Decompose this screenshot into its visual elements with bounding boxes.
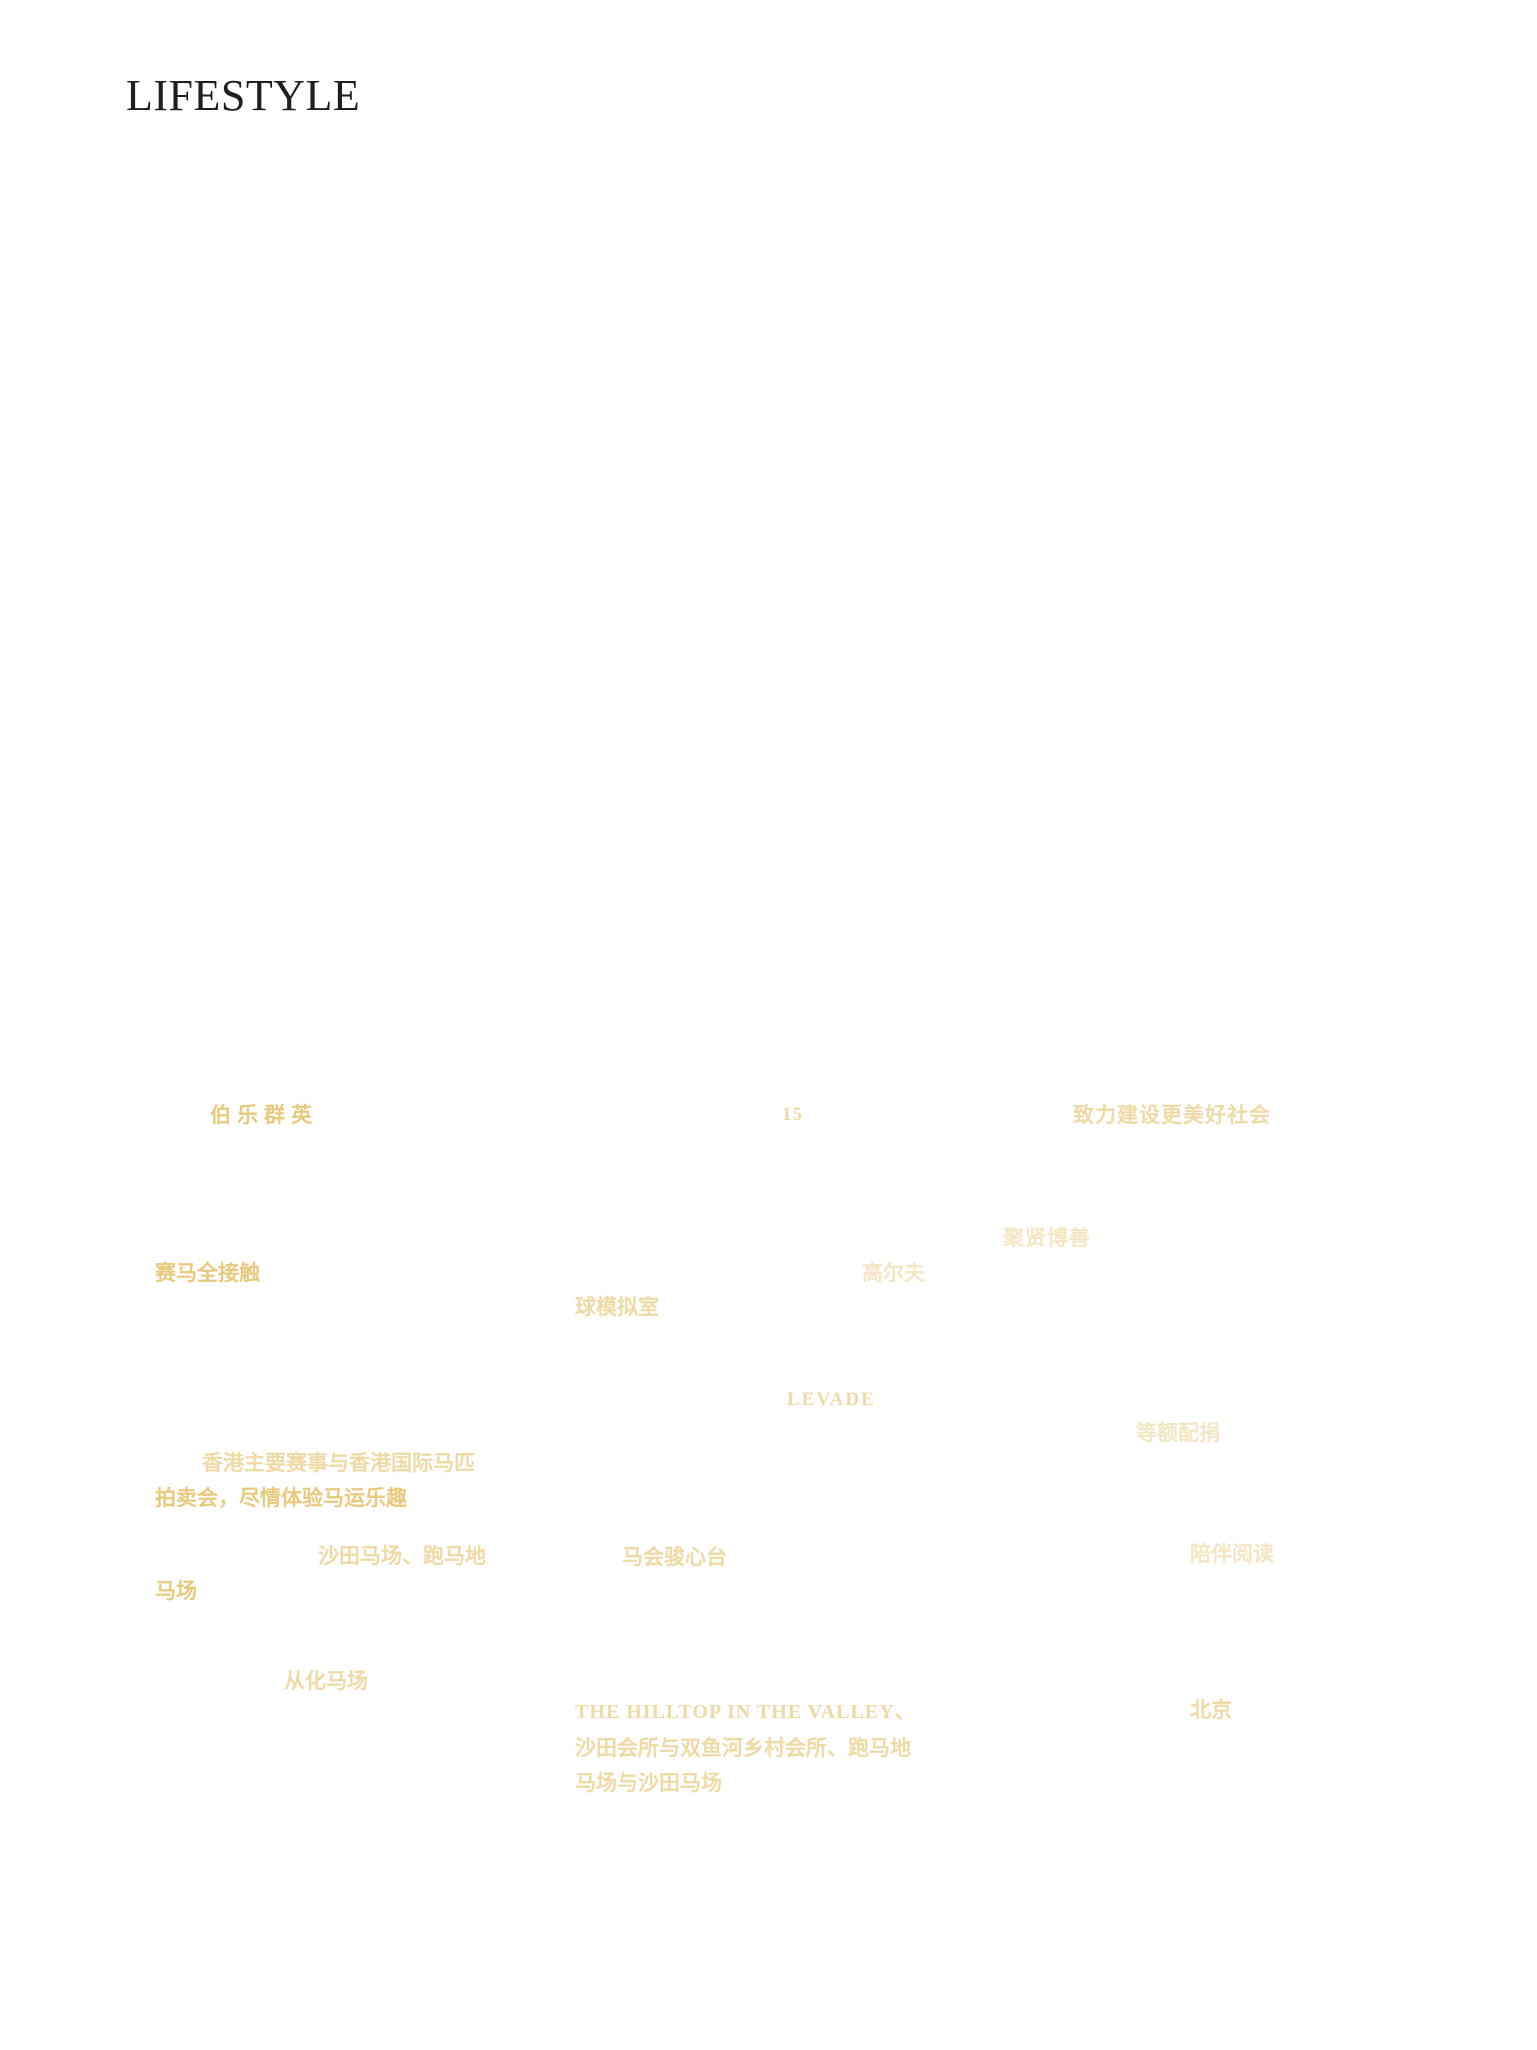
middle-venues-line2: 沙田会所与双鱼河乡村会所、跑马地 [575,1735,911,1760]
middle-jc-heart: 马会骏心台 [622,1544,727,1569]
left-subhead: 赛马全接触 [155,1260,260,1285]
left-heading: 伯乐群英 [210,1102,318,1127]
right-heading: 致力建设更美好社会 [1073,1102,1271,1127]
middle-venues-line1: THE HILLTOP IN THE VALLEY、 [575,1701,916,1723]
left-para2-line1: 沙田马场、跑马地 [318,1543,486,1568]
page-title: LIFESTYLE [126,71,361,120]
left-para3: 从化马场 [284,1668,368,1693]
left-para1-line1: 香港主要赛事与香港国际马匹 [202,1450,475,1475]
right-city: 北京 [1190,1697,1232,1722]
middle-golf-room: 球模拟室 [575,1294,659,1319]
left-para1-line2: 拍卖会，尽情体验马运乐趣 [155,1485,407,1510]
middle-venues-line3: 马场与沙田马场 [575,1770,722,1795]
middle-golf: 高尔夫 [862,1260,925,1285]
right-subhead: 聚贤博善 [1003,1225,1091,1250]
left-para2-line2: 马场 [155,1578,197,1603]
right-matching: 等额配捐 [1136,1420,1220,1445]
middle-number: 15 [782,1104,803,1125]
right-reading: 陪伴阅读 [1190,1541,1274,1566]
middle-levade: LEVADE [787,1389,876,1410]
